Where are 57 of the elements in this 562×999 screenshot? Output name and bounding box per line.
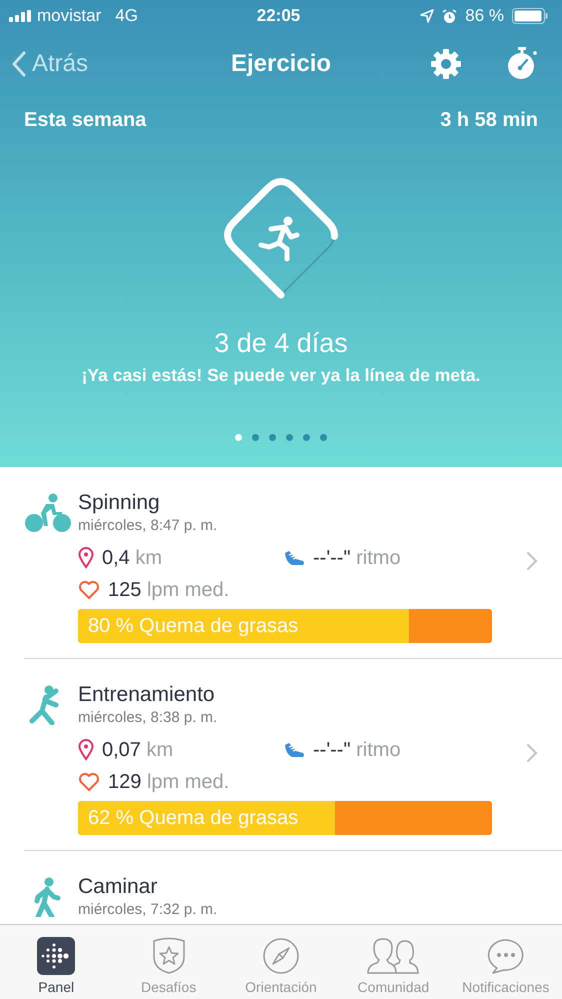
page-dot[interactable] xyxy=(320,434,327,441)
page-dot[interactable] xyxy=(235,434,242,441)
page-dot[interactable] xyxy=(252,434,259,441)
workout-card[interactable]: Entrenamiento miércoles, 8:38 p. m. 0,07 km --'--" ritmo 129 lpm med. 62 % Quema de grasas xyxy=(24,659,562,851)
alarm-clock-icon xyxy=(442,8,458,24)
location-pin-icon xyxy=(78,547,94,569)
page-dot[interactable] xyxy=(303,434,310,441)
distance-value: 0,07 km xyxy=(102,738,174,762)
screen-title: Ejercicio xyxy=(230,50,332,78)
heart-zone-label: 80 % Quema de grasas xyxy=(87,614,298,638)
people-icon xyxy=(366,937,420,975)
back-button[interactable]: Atrás xyxy=(12,50,88,78)
heart-rate-value: 129 lpm med. xyxy=(108,770,230,794)
chat-bubble-icon xyxy=(486,937,525,975)
pace-value: --'--" ritmo xyxy=(313,738,401,762)
heart-zone-label: 62 % Quema de grasas xyxy=(87,806,298,830)
goal-days: 3 de 4 días xyxy=(214,328,348,359)
workout-name: Caminar xyxy=(78,875,158,899)
workout-date: miércoles, 8:47 p. m. xyxy=(78,517,218,534)
dots-logo-icon xyxy=(37,937,76,975)
cyclist-icon xyxy=(24,493,72,533)
distance-value: 0,4 km xyxy=(102,546,162,570)
tab-item[interactable]: Notificaciones xyxy=(450,925,561,999)
signal-icon xyxy=(9,10,31,22)
location-arrow-icon xyxy=(420,9,434,23)
page-dot[interactable] xyxy=(286,434,293,441)
heart-rate-value: 125 lpm med. xyxy=(108,578,230,602)
tab-item[interactable]: Panel xyxy=(1,925,112,999)
chevron-right-icon xyxy=(526,551,538,571)
workout-date: miércoles, 8:38 p. m. xyxy=(78,709,218,726)
network-type: 4G xyxy=(115,6,138,26)
compass-icon xyxy=(262,937,300,975)
week-total: 3 h 58 min xyxy=(440,109,538,132)
battery-percent: 86 % xyxy=(465,6,504,26)
workout-name: Entrenamiento xyxy=(78,683,216,707)
workout-name: Spinning xyxy=(78,491,161,515)
clock-time: 22:05 xyxy=(256,6,300,26)
sneaker-icon xyxy=(283,742,305,758)
workout-card[interactable]: Spinning miércoles, 8:47 p. m. 0,4 km --'--" ritmo 125 lpm med. 80 % Quema de grasas xyxy=(24,467,562,659)
page-dot[interactable] xyxy=(269,434,276,441)
sneaker-icon xyxy=(283,550,305,566)
pace-value: --'--" ritmo xyxy=(313,546,401,570)
goal-message: ¡Ya casi estás! Se puede ver ya la línea de meta. xyxy=(82,365,480,386)
chevron-left-icon xyxy=(12,50,26,76)
chevron-right-icon xyxy=(526,743,538,763)
heart-icon xyxy=(78,580,100,600)
tab-item[interactable]: Comunidad xyxy=(338,925,448,999)
tab-item[interactable]: Desafíos xyxy=(114,925,224,999)
stopwatch-icon[interactable] xyxy=(506,46,538,80)
heart-icon xyxy=(78,772,100,792)
week-label: Esta semana xyxy=(24,109,146,132)
workout-date: miércoles, 7:32 p. m. xyxy=(78,901,218,918)
carrier-name: movistar xyxy=(37,6,102,26)
tab-item[interactable]: Orientación xyxy=(226,925,336,999)
location-pin-icon xyxy=(78,739,94,761)
settings-icon[interactable] xyxy=(430,48,462,80)
battery-icon xyxy=(512,8,548,24)
